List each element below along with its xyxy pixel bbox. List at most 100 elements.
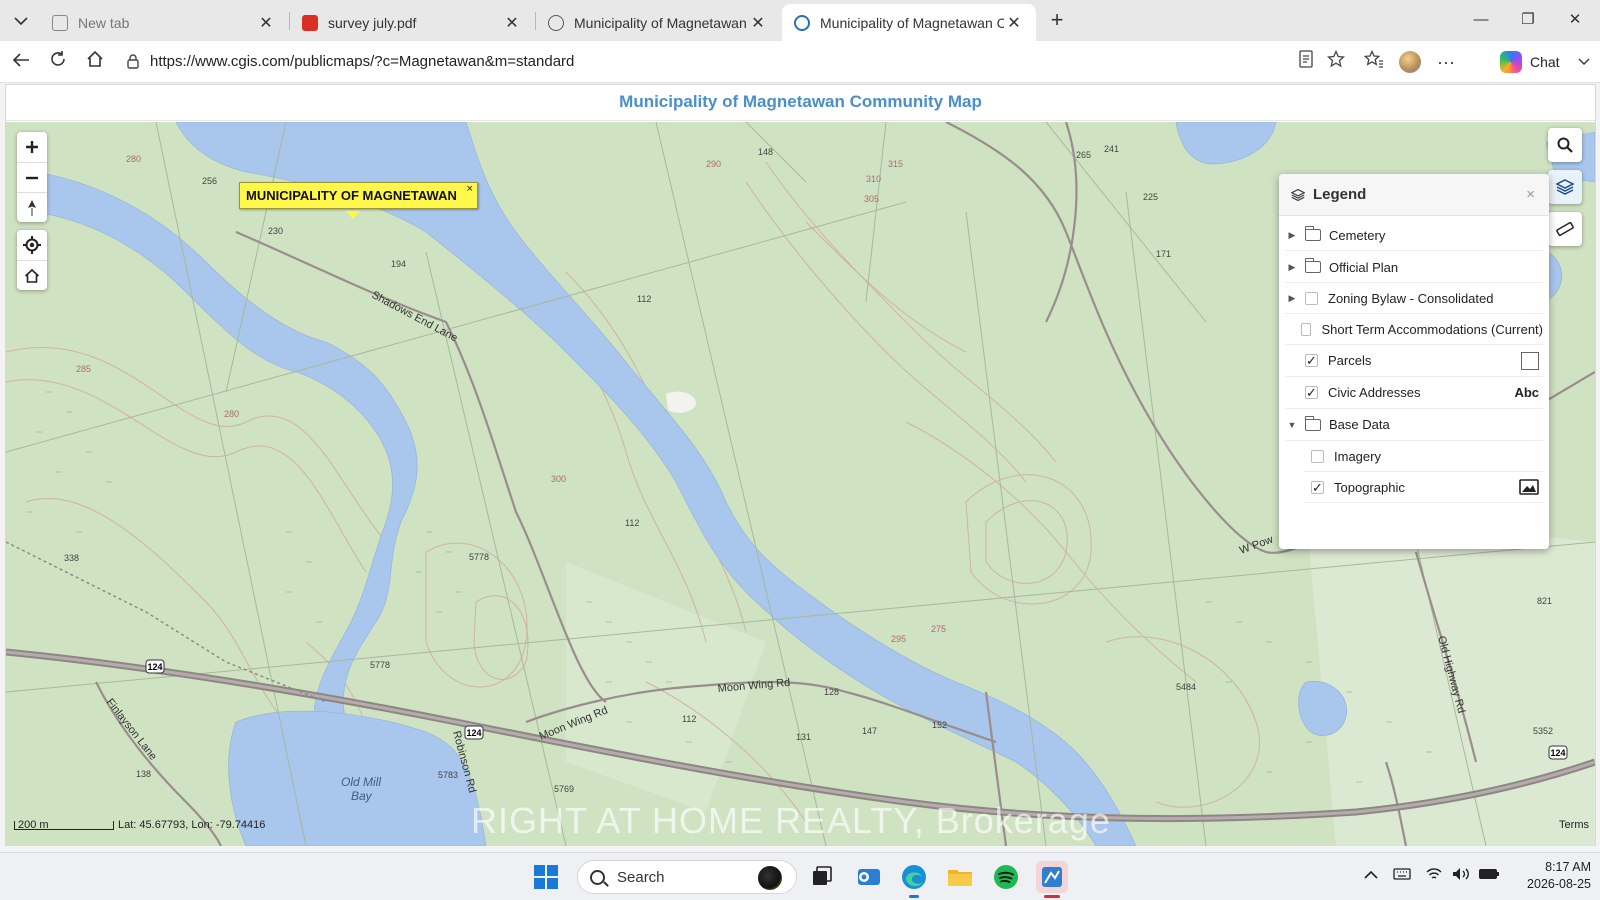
- favorites-button[interactable]: [1360, 49, 1388, 75]
- civic-number: 338: [64, 553, 79, 563]
- copilot-chat-button[interactable]: Chat: [1500, 48, 1590, 76]
- legend-item-label: Base Data: [1329, 417, 1390, 432]
- layer-checkbox[interactable]: [1311, 449, 1324, 463]
- civic-number: 5778: [370, 660, 390, 670]
- start-button[interactable]: [530, 861, 562, 893]
- file-explorer-app[interactable]: [944, 861, 976, 893]
- back-arrow-icon: [12, 53, 29, 67]
- browser-tab-survey-pdf[interactable]: survey july.pdf ✕: [290, 4, 534, 41]
- copilot-icon: [1500, 51, 1522, 73]
- back-button[interactable]: [7, 49, 35, 75]
- search-button[interactable]: [1548, 128, 1582, 162]
- expand-caret-icon[interactable]: ▶: [1285, 293, 1299, 304]
- legend-item-imagery[interactable]: Imagery: [1305, 441, 1543, 472]
- address-bar[interactable]: https://www.cgis.com/publicmaps/?c=Magne…: [118, 47, 1376, 77]
- close-window-button[interactable]: ✕: [1560, 8, 1590, 32]
- volume-tray-button[interactable]: [1452, 867, 1472, 884]
- layers-icon: [1291, 188, 1305, 201]
- map-tools: [1548, 128, 1582, 254]
- restore-button[interactable]: ❐: [1513, 8, 1543, 32]
- keyboard-tray-button[interactable]: [1393, 867, 1411, 884]
- task-view-button[interactable]: [806, 861, 838, 893]
- pdf-icon: [302, 14, 318, 31]
- civic-number: 131: [796, 732, 811, 742]
- elevation-label: 315: [888, 159, 903, 169]
- civic-number: 152: [932, 720, 947, 730]
- home-extent-button[interactable]: [17, 260, 47, 290]
- callout-close-button[interactable]: ×: [466, 183, 472, 195]
- spotify-app[interactable]: [990, 861, 1022, 893]
- favorite-button[interactable]: [1322, 49, 1350, 75]
- civic-number: 112: [682, 714, 696, 724]
- tab-list-button[interactable]: [6, 6, 36, 36]
- legend-close-button[interactable]: ×: [1526, 186, 1535, 203]
- settings-more-button[interactable]: ···: [1432, 49, 1460, 75]
- zoom-in-button[interactable]: [17, 132, 47, 162]
- layers-button[interactable]: [1548, 170, 1582, 204]
- reader-view-button[interactable]: [1292, 49, 1320, 75]
- layer-checkbox[interactable]: [1301, 322, 1312, 336]
- chevron-up-icon: [1364, 870, 1378, 879]
- layer-checkbox-checked[interactable]: ✓: [1311, 480, 1324, 494]
- system-clock[interactable]: 8:17 AM 2026-08-25: [1507, 859, 1591, 893]
- maps-app[interactable]: [1036, 861, 1068, 898]
- legend-item-base-data[interactable]: ▼ Base Data: [1285, 409, 1543, 441]
- collapse-caret-icon[interactable]: ▼: [1285, 420, 1299, 430]
- expand-caret-icon[interactable]: ▶: [1285, 262, 1299, 273]
- new-tab-icon: [52, 14, 68, 31]
- profile-button[interactable]: [1396, 49, 1424, 75]
- measure-button[interactable]: [1548, 212, 1582, 246]
- civic-number: 148: [758, 147, 773, 157]
- close-tab-icon[interactable]: ✕: [748, 13, 768, 33]
- close-tab-icon[interactable]: ✕: [1004, 13, 1024, 33]
- close-tab-icon[interactable]: ✕: [256, 13, 276, 33]
- edge-browser-app[interactable]: [898, 861, 930, 898]
- zoom-out-button[interactable]: [17, 162, 47, 192]
- layer-checkbox[interactable]: [1305, 291, 1318, 305]
- layer-checkbox-checked[interactable]: ✓: [1305, 386, 1318, 399]
- legend-item-civic-addresses[interactable]: ✓ Civic Addresses Abc: [1285, 377, 1543, 409]
- elevation-label: 285: [76, 364, 91, 374]
- legend-item-cemetery[interactable]: ▶ Cemetery: [1285, 220, 1543, 251]
- expand-caret-icon[interactable]: ▶: [1285, 230, 1299, 241]
- legend-item-zoning-bylaw[interactable]: ▶ Zoning Bylaw - Consolidated: [1285, 283, 1543, 314]
- layer-checkbox-checked[interactable]: ✓: [1305, 354, 1318, 367]
- tab-title: Municipality of Magnetawan: [574, 14, 747, 31]
- volume-icon: [1453, 868, 1469, 880]
- browser-tab-municipality[interactable]: Municipality of Magnetawan ✕: [536, 4, 780, 41]
- image-icon: [1519, 479, 1539, 495]
- folder-icon: [948, 870, 972, 886]
- network-tray-button[interactable]: [1425, 867, 1443, 884]
- minimize-button[interactable]: —: [1466, 8, 1496, 32]
- favorites-icon: [1363, 49, 1383, 68]
- close-tab-icon[interactable]: ✕: [502, 13, 522, 33]
- legend-item-official-plan[interactable]: ▶ Official Plan: [1285, 252, 1543, 283]
- browser-tab-community-map[interactable]: Municipality of Magnetawan Comr ✕: [782, 4, 1036, 41]
- show-hidden-icons-button[interactable]: [1364, 867, 1378, 883]
- civic-number: 5769: [554, 784, 574, 794]
- taskbar-search[interactable]: Search: [577, 860, 797, 894]
- tab-title: Municipality of Magnetawan Comr: [820, 14, 1004, 31]
- star-icon: [1326, 49, 1346, 68]
- active-app-indicator: [1044, 895, 1060, 898]
- new-tab-button[interactable]: +: [1044, 8, 1070, 34]
- reload-button[interactable]: [44, 49, 72, 75]
- avatar: [1399, 51, 1421, 73]
- home-button[interactable]: [81, 49, 109, 75]
- browser-toolbar: https://www.cgis.com/publicmaps/?c=Magne…: [0, 41, 1600, 83]
- legend-item-topographic[interactable]: ✓ Topographic: [1305, 472, 1543, 503]
- lock-icon: [127, 54, 139, 69]
- my-location-button[interactable]: [17, 230, 47, 260]
- terms-link[interactable]: Terms: [1559, 819, 1589, 831]
- legend-panel: Legend × ▶ Cemetery ▶ Official Plan ▶ Zo…: [1279, 174, 1549, 549]
- crosshair-icon: [23, 236, 41, 254]
- battery-tray-button[interactable]: [1478, 867, 1500, 884]
- map-view[interactable]: Shadows End Lane Moon Wing Rd Moon Wing …: [6, 122, 1595, 846]
- legend-item-parcels[interactable]: ✓ Parcels: [1285, 345, 1543, 377]
- legend-item-label: Civic Addresses: [1328, 385, 1421, 400]
- municipality-callout: MUNICIPALITY OF MAGNETAWAN ×: [239, 182, 478, 209]
- browser-tab-new-tab[interactable]: New tab ✕: [40, 4, 288, 41]
- reset-north-button[interactable]: [17, 192, 47, 222]
- legend-item-short-term-accommodations[interactable]: Short Term Accommodations (Current): [1285, 314, 1543, 345]
- outlook-app[interactable]: [852, 861, 884, 893]
